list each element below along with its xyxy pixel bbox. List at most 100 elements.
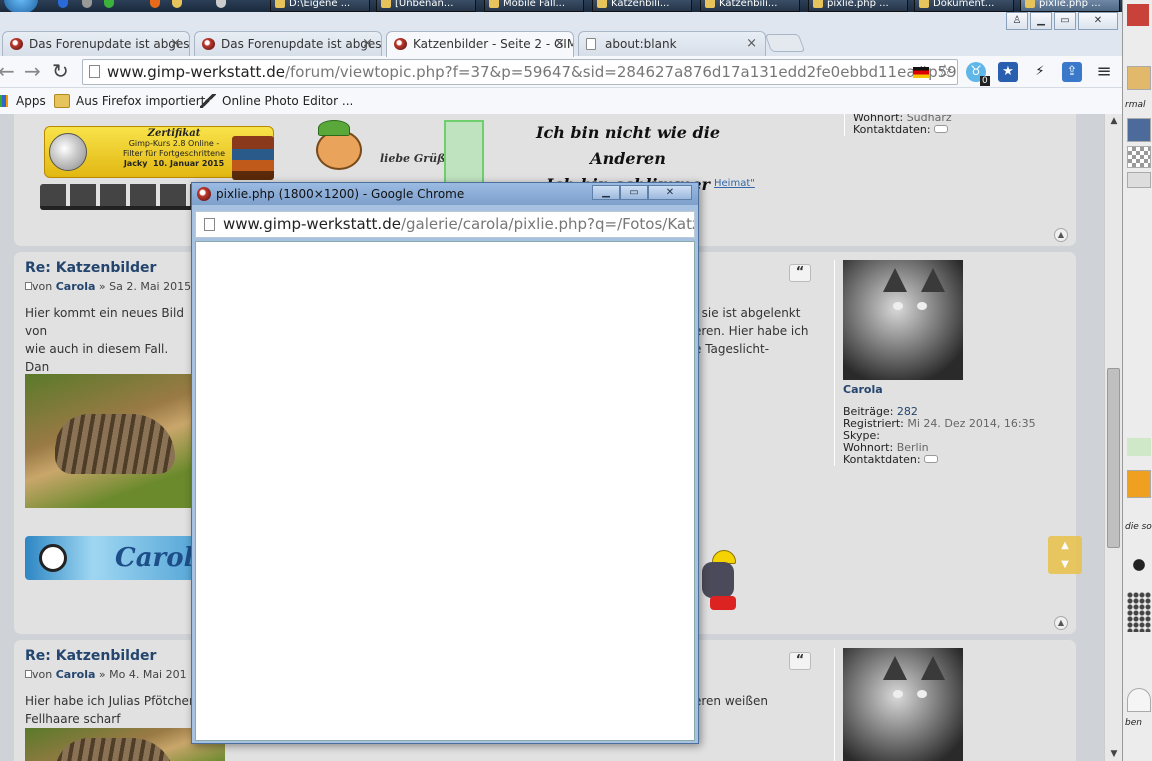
heimat-link[interactable]: Heimat" (714, 178, 755, 189)
registriert-value: Mi 24. Dez 2014, 16:35 (907, 417, 1036, 430)
taskbar-task[interactable]: Katzenbili... (592, 0, 692, 12)
tab-about-blank[interactable]: about:blank × (578, 31, 766, 56)
close-tab-icon[interactable]: × (746, 32, 757, 56)
post-title[interactable]: Re: Katzenbilder (25, 260, 156, 276)
post-title[interactable]: Re: Katzenbilder (25, 648, 156, 664)
gimp-color-swatch[interactable] (1127, 470, 1151, 498)
taskbar-folder-icon[interactable] (172, 0, 182, 8)
motto-line1: Ich bin nicht wie die Anderen (536, 123, 720, 168)
profile-name[interactable]: Carola (843, 384, 1036, 396)
popup-minimize-button[interactable]: ▁ (592, 185, 620, 200)
gimp-shape-icon[interactable] (1127, 688, 1151, 712)
gimp-layer-thumb[interactable] (1127, 118, 1151, 142)
taskbar-media-icon[interactable] (82, 0, 92, 8)
scrollbar-thumb[interactable] (1107, 368, 1120, 548)
close-tab-icon[interactable]: × (554, 32, 565, 56)
post-author[interactable]: Carola (56, 280, 96, 293)
taskbar-task[interactable]: Dokument... (914, 0, 1014, 12)
cat-avatar[interactable] (843, 648, 963, 761)
back-to-top-icon[interactable]: ▲ (1054, 228, 1068, 242)
maximize-button[interactable]: ▭ (1054, 12, 1076, 30)
gimp-channel-icon[interactable] (1127, 172, 1151, 188)
train-image (40, 184, 208, 210)
user-icon[interactable]: ♙ (1006, 12, 1028, 30)
popup-maximize-button[interactable]: ▭ (620, 185, 648, 200)
taskbar-app-icon[interactable] (104, 0, 114, 8)
contact-bubble-icon[interactable] (934, 125, 949, 133)
close-tab-icon[interactable]: × (170, 32, 181, 56)
minimize-button[interactable]: ▁ (1030, 12, 1052, 30)
carola-banner: Carol (25, 536, 195, 580)
close-button[interactable]: ✕ (1078, 12, 1118, 30)
scroll-down-arrow-icon[interactable]: ▼ (1105, 747, 1123, 761)
tab-katzenbilder[interactable]: Katzenbilder - Seite 2 - GIM × (386, 31, 574, 57)
green-box-image (444, 120, 484, 190)
forward-arrow-icon[interactable]: → (24, 60, 41, 82)
flash-extension-icon[interactable]: ⚡ (1030, 62, 1050, 82)
page-scrollbar[interactable]: ▲ ▼ (1104, 114, 1122, 761)
popup-title: pixlie.php (1800×1200) - Google Chrome (216, 187, 465, 201)
taskbar-task[interactable]: Katzenbili... (700, 0, 800, 12)
kontakt-label: Kontaktdaten: (853, 123, 931, 136)
url-path: /forum/viewtopic.php?f=37&p=59647&sid=28… (284, 63, 958, 81)
star-extension-icon[interactable]: ★ (998, 62, 1018, 82)
cat-photo (25, 374, 195, 508)
taskbar-task[interactable]: pixlie.php ... (808, 0, 908, 12)
gimp-mode-text: rmal (1125, 100, 1146, 110)
reload-icon[interactable]: ↻ (52, 60, 69, 82)
taskbar-monitor-icon[interactable] (216, 0, 226, 8)
liebe-gruesse-text: liebe Grüße (380, 152, 453, 165)
task-app-icon (919, 0, 929, 8)
scroll-up-icon[interactable]: ▲ (1048, 536, 1082, 555)
back-arrow-icon[interactable]: ← (0, 60, 15, 82)
address-bar[interactable]: www.gimp-werkstatt.de/forum/viewtopic.ph… (82, 59, 958, 85)
url-domain: www.gimp-werkstatt.de (107, 63, 285, 81)
popup-address-bar[interactable]: www.gimp-werkstatt.de/galerie/carola/pix… (195, 211, 695, 238)
bookmark-label: Apps (16, 94, 46, 108)
taskbar-firefox-icon[interactable] (150, 0, 160, 8)
gimp-transparency-icon[interactable] (1127, 146, 1151, 168)
close-icon[interactable] (1127, 4, 1149, 26)
popup-close-button[interactable]: ✕ (648, 185, 692, 200)
contact-bubble-icon[interactable] (924, 455, 939, 463)
post-body-right: , sie ist abgelenkt eren. Hier habe ich … (694, 306, 809, 356)
menu-icon[interactable]: ≡ (1094, 62, 1114, 82)
taskbar-task[interactable]: D:\Eigene ... (270, 0, 370, 12)
close-tab-icon[interactable]: × (362, 32, 373, 56)
bookmark-label: Aus Firefox importiert (76, 94, 206, 108)
tab-label: about:blank (605, 37, 677, 51)
window-controls: ♙ ▁ ▭ ✕ (1006, 12, 1118, 30)
bookmark-firefox-imported[interactable]: Aus Firefox importiert (54, 92, 205, 110)
tab-forenupdate-2[interactable]: Das Forenupdate ist abges × (194, 31, 382, 56)
taskbar-chrome-icon[interactable] (58, 0, 68, 8)
gimp-tool-icon[interactable] (1127, 66, 1151, 90)
bookmark-photo-editor[interactable]: Online Photo Editor ... (200, 92, 353, 110)
taskbar-task[interactable]: Mobile Fall... (484, 0, 584, 12)
bookmark-apps[interactable]: Apps (0, 92, 46, 110)
task-app-icon (705, 0, 715, 8)
gimp-brush-icon[interactable] (1127, 540, 1151, 590)
back-to-top-icon[interactable]: ▲ (1054, 616, 1068, 630)
post-body-right: eren weißen (694, 694, 768, 708)
upload-extension-icon[interactable]: ⇪ (1062, 62, 1082, 82)
german-flag-icon (913, 67, 929, 78)
start-button[interactable] (4, 0, 38, 12)
tab-label: Das Forenupdate ist abges (221, 37, 382, 51)
cat-avatar[interactable] (843, 260, 963, 380)
tab-forenupdate-1[interactable]: Das Forenupdate ist abges × (2, 31, 190, 56)
scroll-down-icon[interactable]: ▼ (1048, 555, 1082, 574)
meta-prefix: von (32, 668, 53, 681)
scroll-up-arrow-icon[interactable]: ▲ (1105, 114, 1123, 128)
bookmark-star-icon[interactable]: ☆ (937, 60, 953, 84)
page-icon (89, 65, 100, 78)
gimp-up-arrow-icon[interactable] (1127, 438, 1151, 456)
post-author[interactable]: Carola (56, 668, 96, 681)
taskbar-task[interactable]: [Unbenan... (376, 0, 476, 12)
taskbar-task[interactable]: pixlie.php ... (1020, 0, 1120, 12)
popup-titlebar[interactable]: pixlie.php (1800×1200) - Google Chrome ▁… (192, 183, 698, 205)
popup-content-area[interactable] (195, 241, 695, 741)
new-tab-button[interactable] (764, 34, 806, 52)
quote-button[interactable]: “ (789, 652, 811, 670)
gimp-brush-pattern-icon[interactable] (1127, 592, 1151, 632)
quote-button[interactable]: “ (789, 264, 811, 282)
